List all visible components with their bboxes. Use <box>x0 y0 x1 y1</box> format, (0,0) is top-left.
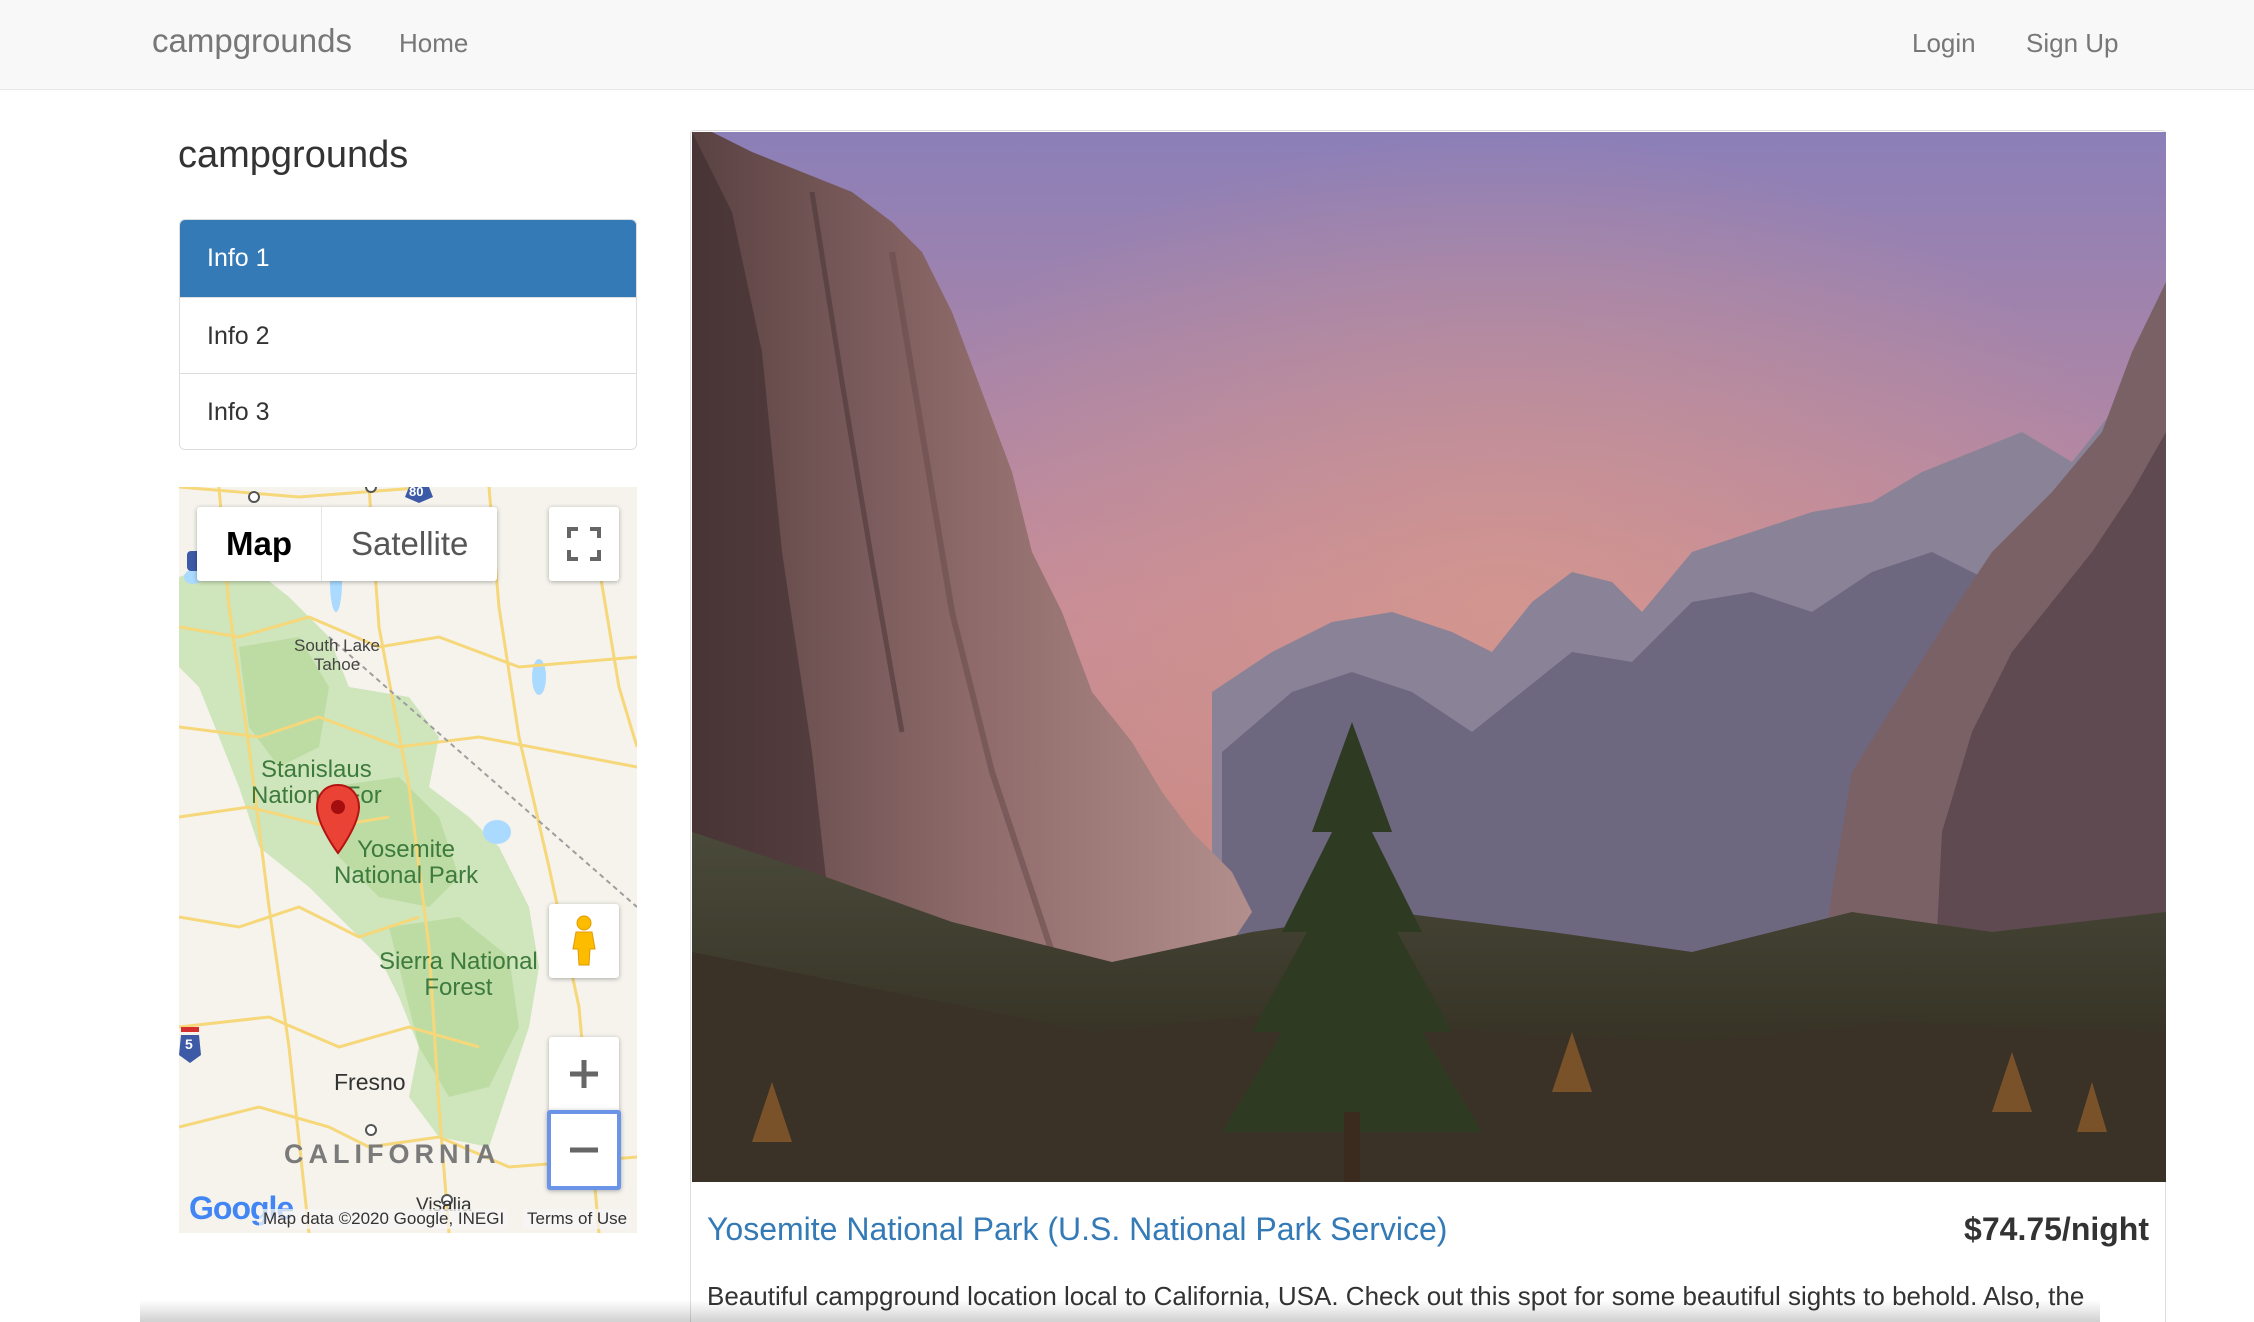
bottom-shadow <box>140 1300 2100 1322</box>
map-marker-icon[interactable] <box>315 783 361 855</box>
pegman-icon[interactable] <box>569 915 599 967</box>
campground-image <box>692 132 2166 1182</box>
nav-login-link[interactable]: Login <box>1912 28 1976 59</box>
map-type-map-button[interactable]: Map <box>197 507 322 581</box>
sidebar-title: campgrounds <box>178 134 409 176</box>
map-label-california: CALIFORNIA <box>284 1139 501 1169</box>
fullscreen-icon <box>567 527 601 561</box>
campground-card: Yosemite National Park (U.S. National Pa… <box>690 130 2166 1322</box>
map-label-text: Sierra National <box>379 948 538 975</box>
info-item-2[interactable]: Info 2 <box>180 297 636 373</box>
navbar: campgrounds Home Login Sign Up <box>0 0 2254 90</box>
info-item-1[interactable]: Info 1 <box>180 220 636 297</box>
map-label-sierra: Sierra National Forest <box>379 948 538 1002</box>
map-label-text: National Park <box>334 862 479 890</box>
campground-name-link[interactable]: Yosemite National Park (U.S. National Pa… <box>707 1211 1447 1248</box>
info-list: Info 1 Info 2 Info 3 <box>179 219 637 450</box>
highway-80-label: 80 <box>409 487 424 499</box>
fullscreen-button[interactable] <box>549 507 619 581</box>
map-attribution: Map data ©2020 Google, INEGI <box>259 1209 509 1229</box>
map-type-control: Map Satellite <box>197 507 498 581</box>
terms-of-use-link[interactable]: Terms of Use <box>523 1209 632 1229</box>
map-label-text: Tahoe <box>313 654 361 674</box>
navbar-brand[interactable]: campgrounds <box>152 22 352 60</box>
google-map[interactable]: 80 5 South Lake Tahoe Stanislaus Nationa… <box>179 487 637 1233</box>
street-view-button[interactable] <box>549 904 619 978</box>
map-label-text: Stanislaus <box>261 756 372 783</box>
highway-5-label: 5 <box>185 1036 193 1052</box>
info-item-3[interactable]: Info 3 <box>180 373 636 449</box>
campground-price: $74.75/night <box>1964 1211 2149 1247</box>
map-label-text: South Lake <box>294 636 381 655</box>
map-label-text: Forest <box>424 974 493 1002</box>
map-label-fresno: Fresno <box>334 1069 406 1095</box>
zoom-in-icon <box>570 1060 598 1088</box>
nav-signup-link[interactable]: Sign Up <box>2026 28 2119 59</box>
nav-home-link[interactable]: Home <box>399 28 468 59</box>
zoom-out-button[interactable] <box>547 1110 621 1190</box>
zoom-in-button[interactable] <box>549 1037 619 1111</box>
map-label-south-lake-tahoe: South Lake Tahoe <box>294 636 381 674</box>
zoom-out-icon <box>570 1147 598 1153</box>
map-type-satellite-button[interactable]: Satellite <box>322 507 497 581</box>
